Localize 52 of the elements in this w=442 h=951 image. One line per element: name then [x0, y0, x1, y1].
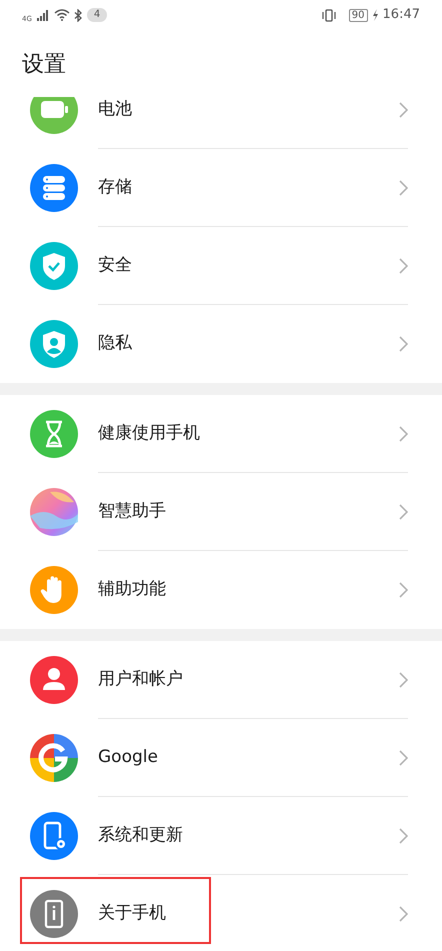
- signal-icon: [36, 9, 50, 21]
- item-label: 用户和帐户: [98, 668, 183, 692]
- charging-icon: [372, 9, 379, 21]
- google-icon: [30, 734, 78, 782]
- chevron-right-icon: [399, 180, 408, 196]
- settings-item[interactable]: Google: [0, 719, 442, 797]
- shield-person-icon: [30, 320, 78, 368]
- settings-item[interactable]: 关于手机: [0, 875, 442, 951]
- item-label: 健康使用手机: [98, 422, 200, 446]
- hand-icon: [30, 566, 78, 614]
- settings-item[interactable]: 健康使用手机: [0, 395, 442, 473]
- chevron-right-icon: [399, 504, 408, 520]
- settings-item[interactable]: 安全: [0, 227, 442, 305]
- phone-gear-icon: [30, 812, 78, 860]
- item-label: 辅助功能: [98, 578, 166, 602]
- settings-item[interactable]: 智慧助手: [0, 473, 442, 551]
- clock: 16:47: [382, 6, 420, 24]
- gradient-orb-icon: [30, 488, 78, 536]
- chevron-right-icon: [399, 582, 408, 598]
- item-label: Google: [98, 746, 158, 770]
- hourglass-icon: [30, 410, 78, 458]
- item-label: 系统和更新: [98, 824, 183, 848]
- settings-item[interactable]: 隐私: [0, 305, 442, 383]
- vibrate-icon: [320, 8, 337, 22]
- settings-item[interactable]: 用户和帐户: [0, 641, 442, 719]
- chevron-right-icon: [399, 336, 408, 352]
- item-label: 隐私: [98, 332, 132, 356]
- settings-item[interactable]: 存储: [0, 149, 442, 227]
- item-label: 存储: [98, 176, 132, 200]
- item-label: 智慧助手: [98, 500, 166, 524]
- chevron-right-icon: [399, 672, 408, 688]
- chevron-right-icon: [399, 102, 408, 118]
- person-icon: [30, 656, 78, 704]
- chevron-right-icon: [399, 828, 408, 844]
- settings-item[interactable]: 系统和更新: [0, 797, 442, 875]
- battery-level: 90: [348, 8, 368, 22]
- chevron-right-icon: [399, 906, 408, 922]
- chevron-right-icon: [399, 750, 408, 766]
- wifi-icon: [54, 9, 70, 21]
- item-label: 电池: [98, 98, 132, 122]
- item-label: 安全: [98, 254, 132, 278]
- storage-icon: [30, 164, 78, 212]
- settings-item[interactable]: 电池: [0, 97, 442, 149]
- phone-info-icon: [30, 890, 78, 938]
- shield-check-icon: [30, 242, 78, 290]
- settings-item[interactable]: 辅助功能: [0, 551, 442, 629]
- chevron-right-icon: [399, 426, 408, 442]
- notification-count: 4: [86, 8, 108, 22]
- chevron-right-icon: [399, 258, 408, 274]
- item-label: 关于手机: [98, 902, 166, 926]
- bluetooth-icon: [74, 8, 83, 22]
- page-title: 设置: [21, 51, 67, 79]
